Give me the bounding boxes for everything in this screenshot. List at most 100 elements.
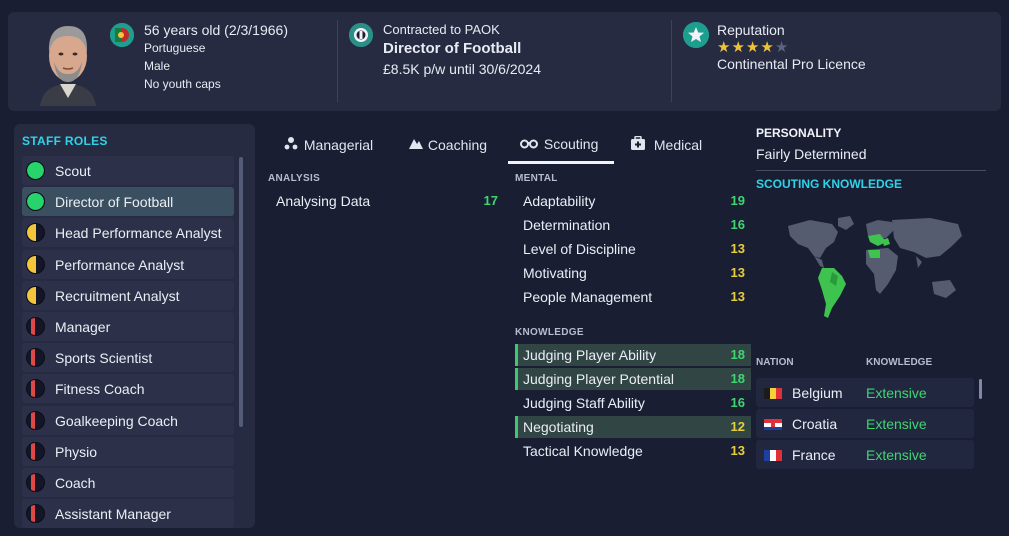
attribute-name: Judging Player Ability [523, 347, 657, 363]
tab-label: Scouting [543, 136, 599, 152]
attribute-row[interactable]: Judging Staff Ability 16 [515, 392, 751, 414]
star-icon: ★ [717, 39, 732, 56]
nationality-text: Portuguese [144, 41, 206, 55]
nationality-flag-icon [110, 23, 134, 47]
attribute-row[interactable]: Tactical Knowledge 13 [515, 440, 751, 462]
attribute-name: Judging Staff Ability [523, 395, 645, 411]
gender-text: Male [144, 59, 171, 73]
staff-role-item[interactable]: Physio [22, 436, 234, 466]
star-icon: ★ [731, 39, 746, 56]
attribute-name: People Management [523, 289, 653, 305]
nation-row[interactable]: Croatia Extensive [756, 409, 974, 438]
role-suitability-icon [26, 161, 45, 180]
active-tab-indicator [508, 161, 614, 164]
staff-role-item[interactable]: Sports Scientist [22, 343, 234, 373]
staff-role-item[interactable]: Recruitment Analyst [22, 280, 234, 310]
attribute-row[interactable]: Negotiating 12 [515, 416, 751, 438]
job-title-text: Director of Football [383, 40, 522, 57]
reputation-star-icon [683, 22, 709, 48]
tab-medical[interactable]: Medical [630, 135, 702, 160]
header-divider [337, 20, 338, 102]
role-suitability-icon [26, 223, 45, 243]
staff-role-label: Coach [55, 474, 96, 491]
coaching-icon [408, 136, 424, 153]
attribute-name: Negotiating [523, 419, 594, 435]
staff-role-item[interactable]: Goalkeeping Coach [22, 405, 234, 435]
attribute-row[interactable]: Judging Player Potential 18 [515, 368, 751, 390]
binoculars-icon [520, 136, 538, 152]
role-suitability-icon [26, 504, 45, 524]
staff-roles-title: STAFF ROLES [22, 134, 108, 148]
header-divider [671, 20, 672, 102]
nation-list-scrollbar[interactable] [979, 379, 982, 399]
nation-row[interactable]: France Extensive [756, 440, 974, 469]
nation-name: France [792, 447, 836, 463]
tab-coaching[interactable]: Coaching [408, 136, 487, 160]
staff-role-label: Performance Analyst [55, 256, 185, 273]
tab-label: Coaching [427, 137, 488, 153]
staff-roles-list: Scout Director of Football Head Performanc… [22, 156, 234, 528]
knowledge-column-header[interactable]: KNOWLEDGE [866, 357, 932, 368]
attribute-name: Motivating [523, 265, 587, 281]
france-flag-icon [764, 449, 782, 461]
staff-role-item[interactable]: Manager [22, 311, 234, 341]
staff-role-label: Sports Scientist [55, 350, 153, 367]
staff-role-label: Physio [55, 443, 98, 460]
scouting-knowledge-heading: SCOUTING KNOWLEDGE [756, 177, 902, 191]
attribute-row[interactable]: Motivating 13 [515, 262, 751, 284]
attribute-value: 16 [730, 395, 745, 410]
staff-role-label: Manager [55, 318, 111, 335]
staff-role-label: Scout [55, 163, 91, 179]
attribute-row[interactable]: Determination 16 [515, 214, 751, 236]
nation-column-header[interactable]: NATION [756, 357, 794, 368]
attribute-name: Determination [523, 217, 611, 233]
staff-roles-scrollbar[interactable] [239, 157, 243, 427]
attribute-value: 13 [730, 289, 745, 304]
medical-kit-icon [630, 135, 646, 153]
tab-managerial[interactable]: Managerial [284, 136, 373, 160]
attribute-name: Adaptability [523, 193, 596, 209]
nation-name: Belgium [792, 385, 843, 401]
staff-role-item[interactable]: Head Performance Analyst [22, 218, 234, 248]
staff-role-item[interactable]: Coach [22, 467, 234, 497]
nation-name: Croatia [792, 416, 838, 432]
attribute-value: 13 [730, 443, 745, 458]
star-icon: ★ [760, 39, 775, 56]
attribute-value: 18 [730, 371, 745, 386]
staff-role-label: Assistant Manager [55, 506, 171, 523]
club-badge-icon[interactable] [349, 23, 373, 47]
attribute-row[interactable]: Analysing Data 17 [268, 190, 504, 212]
mental-heading: MENTAL [515, 173, 558, 184]
tab-scouting[interactable]: Scouting [520, 136, 598, 160]
staff-role-item[interactable]: Performance Analyst [22, 249, 234, 279]
staff-role-item[interactable]: Director of Football [22, 187, 234, 217]
staff-role-item[interactable]: Assistant Manager [22, 499, 234, 528]
nation-row[interactable]: Belgium Extensive [756, 378, 974, 407]
attribute-row[interactable]: People Management 13 [515, 286, 751, 308]
staff-header-panel: 56 years old (2/3/1966) Portuguese Male … [8, 12, 1001, 111]
analysis-heading: ANALYSIS [268, 173, 321, 184]
role-suitability-icon [26, 472, 45, 492]
attribute-value: 13 [730, 241, 745, 256]
reputation-stars: ★★★★★ [717, 38, 789, 56]
belgium-flag-icon [764, 387, 782, 399]
staff-role-item[interactable]: Fitness Coach [22, 374, 234, 404]
staff-roles-panel: STAFF ROLES Scout Director of Football Hea… [14, 124, 255, 528]
scouting-knowledge-map [780, 212, 970, 322]
knowledge-heading: KNOWLEDGE [515, 327, 584, 338]
personality-heading: PERSONALITY [756, 126, 842, 140]
staff-role-item[interactable]: Scout [22, 156, 234, 185]
staff-role-label: Fitness Coach [55, 381, 145, 398]
star-icon: ★ [745, 39, 761, 56]
staff-role-label: Recruitment Analyst [55, 287, 180, 304]
attribute-name: Analysing Data [276, 193, 371, 209]
contract-club-text[interactable]: Contracted to PAOK [383, 21, 500, 39]
attribute-row[interactable]: Level of Discipline 13 [515, 238, 751, 260]
reputation-label: Reputation [717, 22, 785, 38]
nation-knowledge-level: Extensive [866, 447, 927, 463]
attribute-row[interactable]: Adaptability 19 [515, 190, 751, 212]
role-suitability-icon [26, 441, 45, 461]
attribute-name: Level of Discipline [523, 241, 636, 257]
attribute-row[interactable]: Judging Player Ability 18 [515, 344, 751, 366]
attribute-value: 19 [730, 193, 745, 208]
